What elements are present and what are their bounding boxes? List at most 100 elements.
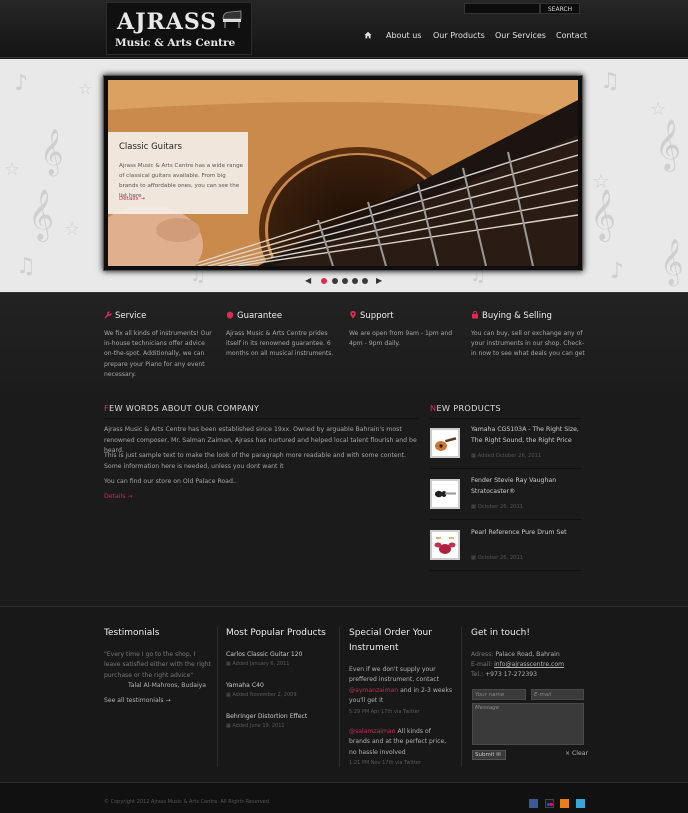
popular-product-title[interactable]: Behringer Distortion Effect bbox=[226, 712, 307, 722]
treble-clef-decoration: 𝄞 bbox=[28, 189, 55, 240]
logo[interactable]: AJRASS Music & Arts Centre bbox=[106, 2, 252, 55]
home-icon[interactable] bbox=[364, 31, 372, 39]
feature-support-text: We are open from 9am - 1pm and 4pm - 9pm… bbox=[349, 330, 453, 348]
close-icon: × bbox=[565, 750, 571, 757]
product-thumbnail[interactable] bbox=[430, 479, 460, 509]
email-link[interactable]: info@ajrasscentre.com bbox=[494, 661, 564, 668]
slider-dot-1[interactable] bbox=[321, 278, 327, 284]
new-products-title: NEW PRODUCTS bbox=[430, 403, 501, 413]
slide-caption: Classic Guitars Ajrass Music & Arts Cent… bbox=[108, 132, 248, 214]
new-product-title[interactable]: Yamaha CGS103A - The Right Size, The Rig… bbox=[471, 425, 583, 446]
feature-guarantee-title: Guarantee bbox=[226, 311, 282, 321]
clear-button[interactable]: × Clear bbox=[565, 749, 588, 759]
see-all-testimonials-link[interactable]: See all testimonials → bbox=[104, 696, 171, 706]
logo-title: AJRASS bbox=[117, 9, 218, 35]
about-title-rest: EW WORDS ABOUT OUR COMPANY bbox=[109, 403, 260, 413]
testimonial-quote: "Every time I go to the shop, I leave sa… bbox=[104, 651, 212, 679]
slider-dot-5[interactable] bbox=[362, 278, 368, 284]
electric-guitar-image bbox=[435, 490, 456, 498]
star-decoration: ☆ bbox=[78, 79, 93, 98]
search-input[interactable] bbox=[464, 3, 540, 14]
contact-name-input[interactable]: Your name bbox=[472, 689, 526, 700]
arrow-right-icon: → bbox=[127, 493, 133, 500]
copyright: © Copyright 2012 Ajrass Music & Arts Cen… bbox=[104, 799, 271, 805]
tweet-1-handle[interactable]: @aymanzaiman bbox=[349, 687, 398, 694]
special-order-title-line2: Instrument bbox=[349, 643, 399, 653]
slider-dot-4[interactable] bbox=[352, 278, 358, 284]
flickr-icon[interactable] bbox=[545, 799, 554, 808]
music-note-decoration: ♫ bbox=[16, 254, 36, 279]
testimonial-author: Talal Al-Mahroos, Budaiya bbox=[128, 682, 206, 689]
new-product-date: ▦ October 26, 2011 bbox=[471, 555, 523, 561]
drum-set-image bbox=[434, 537, 456, 554]
clear-label: Clear bbox=[572, 750, 588, 757]
header bbox=[0, 0, 688, 58]
popular-product-date: ▦ Added January 6, 2011 bbox=[226, 661, 289, 667]
product-thumbnail[interactable] bbox=[430, 428, 460, 458]
new-product-date-text: October 26, 2011 bbox=[477, 555, 524, 561]
about-details-link[interactable]: Details → bbox=[104, 492, 133, 503]
popular-product-date-text: Added June 19, 2011 bbox=[232, 723, 285, 729]
slider-next-arrow[interactable]: ▶ bbox=[376, 276, 382, 285]
nav-about-us[interactable]: About us bbox=[386, 31, 421, 40]
about-title: FEW WORDS ABOUT OUR COMPANY bbox=[104, 403, 259, 413]
search-button[interactable]: SEARCH bbox=[540, 3, 580, 14]
popular-product-title[interactable]: Yamaha C40 bbox=[226, 681, 264, 691]
new-products-title-rest: EW PRODUCTS bbox=[436, 403, 501, 413]
arrow-right-icon: → bbox=[165, 697, 171, 704]
support-pin-icon bbox=[350, 311, 356, 319]
testimonials-title: Testimonials bbox=[104, 628, 160, 638]
slide-details-link[interactable]: Details → bbox=[119, 196, 145, 202]
submit-button[interactable]: Submit ✉ bbox=[472, 750, 506, 760]
nav-our-services[interactable]: Our Services bbox=[495, 31, 546, 40]
about-paragraph-2: This is just sample text to make the loo… bbox=[104, 452, 407, 470]
nav-contact[interactable]: Contact bbox=[556, 31, 587, 40]
special-order-title-line1: Special Order Your bbox=[349, 628, 432, 638]
popular-product-title[interactable]: Carlos Classic Guitar 120 bbox=[226, 650, 303, 660]
shopping-bag-icon bbox=[472, 311, 478, 319]
nav-our-products[interactable]: Our Products bbox=[433, 31, 485, 40]
music-note-decoration: ♫ bbox=[600, 69, 620, 94]
feature-support-title: Support bbox=[349, 311, 394, 321]
star-decoration: ☆ bbox=[4, 159, 21, 180]
new-product-date: ▦ Added October 26, 2011 bbox=[471, 453, 541, 459]
popular-product-date-text: Added January 6, 2011 bbox=[232, 661, 290, 667]
tweet-2-meta: 1:21 PM Nov 17th via Twitter bbox=[349, 760, 421, 766]
feature-buying-selling-label: Buying & Selling bbox=[482, 311, 552, 321]
treble-clef-decoration: 𝄞 bbox=[40, 129, 64, 175]
slider-dot-3[interactable] bbox=[342, 278, 348, 284]
feature-buying-selling-text: You can buy, sell or exchange any of you… bbox=[471, 330, 585, 358]
music-note-decoration: ♪ bbox=[610, 259, 625, 284]
arrow-right-icon: → bbox=[140, 196, 145, 202]
most-popular-title: Most Popular Products bbox=[226, 628, 326, 638]
slide-caption-title: Classic Guitars bbox=[119, 142, 182, 152]
new-product-title[interactable]: Fender Stevie Ray Vaughan Stratocaster® bbox=[471, 476, 583, 497]
contact-message-textarea[interactable]: Message bbox=[472, 703, 584, 745]
slide-caption-text: Ajrass Music & Arts Centre has a wide ra… bbox=[119, 163, 244, 199]
twitter-icon[interactable] bbox=[576, 799, 585, 808]
tweet-2-handle[interactable]: @salamzaiman bbox=[349, 728, 396, 735]
new-product-date-text: October 26, 2011 bbox=[477, 504, 524, 510]
tel-value: +973 17-272393 bbox=[485, 671, 537, 678]
product-thumbnail[interactable] bbox=[430, 530, 460, 560]
facebook-icon[interactable] bbox=[529, 799, 538, 808]
new-product-title[interactable]: Pearl Reference Pure Drum Set bbox=[471, 528, 583, 539]
feature-service-title: Service bbox=[104, 311, 146, 321]
new-product-date-text: Added October 26, 2011 bbox=[477, 453, 542, 459]
acoustic-guitar-image bbox=[435, 437, 457, 451]
popular-product-date: ▦ Added November 2, 2009 bbox=[226, 692, 297, 698]
see-all-testimonials-label: See all testimonials bbox=[104, 697, 164, 704]
address-label: Adress: bbox=[471, 651, 494, 658]
treble-clef-decoration: 𝄞 bbox=[590, 189, 617, 240]
contact-email: E-mail: info@ajrasscentre.com bbox=[471, 660, 564, 670]
address-value: Palace Road, Bahrain bbox=[495, 651, 560, 658]
slider-prev-arrow[interactable]: ◀ bbox=[305, 276, 311, 285]
contact-email-input[interactable]: E-mail bbox=[531, 689, 584, 700]
star-decoration: ☆ bbox=[64, 219, 81, 240]
tel-label: Tel.: bbox=[471, 671, 484, 678]
about-details-label: Details bbox=[104, 493, 126, 500]
slider-dot-2[interactable] bbox=[332, 278, 338, 284]
email-label: E-mail: bbox=[471, 661, 493, 668]
star-decoration: ☆ bbox=[650, 99, 667, 120]
rss-icon[interactable] bbox=[560, 799, 569, 808]
